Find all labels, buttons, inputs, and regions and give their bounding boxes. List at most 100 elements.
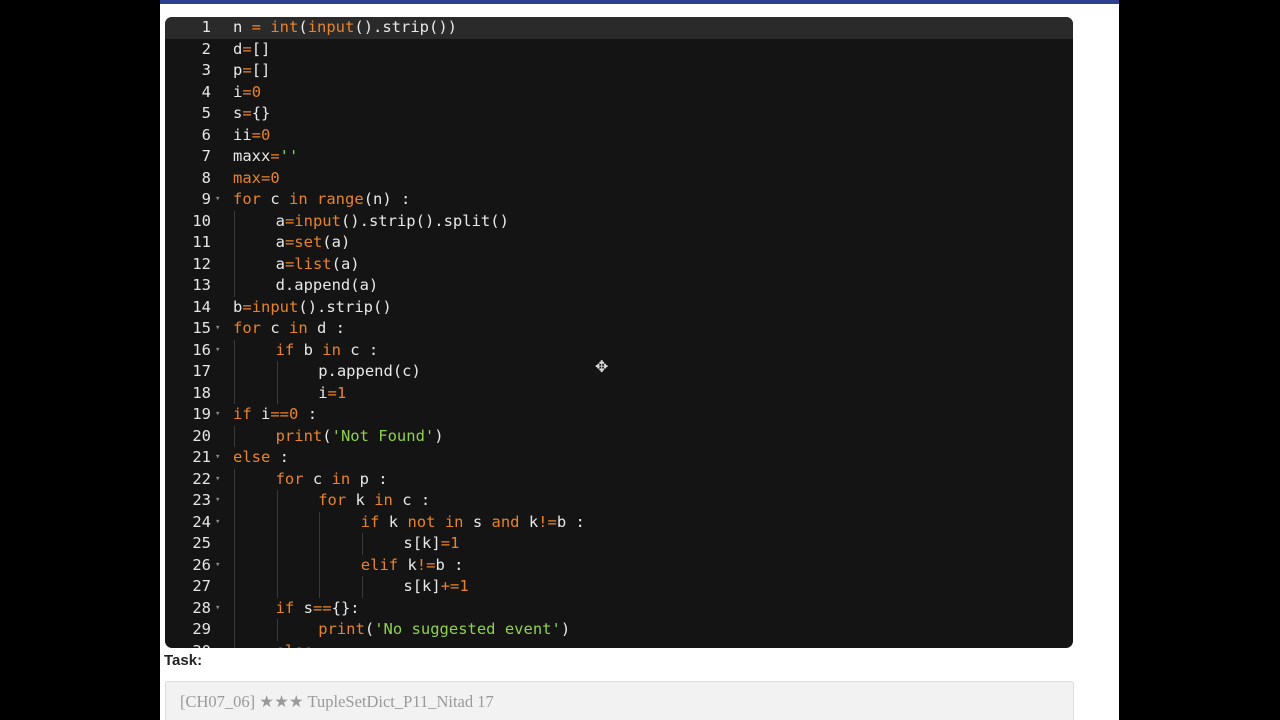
fold-toggle-icon[interactable]: ▾: [215, 404, 225, 426]
code-line[interactable]: 5 s={}: [165, 103, 1073, 125]
indent-guide: [276, 382, 278, 404]
code-token: 1: [459, 577, 469, 595]
indent-guide: [319, 554, 321, 576]
code-token: 1: [336, 383, 347, 402]
indent-guide: [319, 576, 321, 598]
code-token: =: [327, 383, 337, 402]
code-token: c: [303, 469, 332, 488]
indent-guide: [234, 640, 235, 648]
line-number: 29: [192, 620, 211, 638]
code-line[interactable]: 26 ▾ elif k!=b :: [165, 554, 1073, 577]
code-text: p=[]: [233, 60, 270, 82]
fold-toggle-icon[interactable]: ▾: [215, 447, 225, 469]
indent-guide: [276, 361, 278, 383]
code-line[interactable]: 11 a=set(a): [165, 232, 1073, 254]
code-text: ii=0: [233, 125, 270, 147]
line-number: 16: [192, 340, 211, 359]
code-line[interactable]: 24 ▾ if k not in s and k!=b :: [165, 511, 1073, 534]
code-line[interactable]: 18 i=1: [165, 382, 1073, 404]
fold-toggle-icon[interactable]: ▾: [215, 641, 225, 649]
code-token: set: [294, 233, 323, 251]
move-cursor-icon: ✥: [595, 357, 609, 376]
code-line[interactable]: 4 i=0: [165, 82, 1073, 104]
code-line[interactable]: 12 a=list(a): [165, 253, 1073, 275]
code-line[interactable]: 22 ▾ for c in p :: [165, 468, 1073, 491]
code-token: ): [434, 426, 444, 445]
code-line[interactable]: 10 a=input().strip().split(): [165, 210, 1073, 232]
indent-guide: [234, 468, 235, 490]
code-token: ==: [270, 405, 290, 423]
code-text: b=input().strip(): [233, 297, 392, 319]
code-line[interactable]: 27 s[k]+=1: [165, 576, 1073, 598]
code-text: for k in c :: [318, 490, 430, 512]
code-line[interactable]: 25 s[k]=1: [165, 533, 1073, 555]
code-line[interactable]: 2 d=[]: [165, 39, 1073, 61]
code-token: for: [318, 491, 347, 509]
fold-toggle-icon[interactable]: ▾: [215, 340, 225, 362]
code-line[interactable]: 3 p=[]: [165, 60, 1073, 82]
line-number: 2: [201, 39, 211, 58]
code-line[interactable]: 30 ▾ else :: [165, 640, 1073, 649]
code-token: =: [284, 233, 295, 251]
code-token: s: [294, 598, 313, 617]
code-token: input: [307, 18, 355, 36]
code-line[interactable]: 21 ▾ else :: [165, 447, 1073, 469]
code-token: :: [313, 642, 331, 649]
code-line[interactable]: 19 ▾ if i==0 :: [165, 404, 1073, 426]
code-token: 0: [251, 82, 262, 101]
indent-guide: [234, 382, 235, 404]
code-line[interactable]: 17 p.append(c): [165, 361, 1073, 383]
fold-toggle-icon[interactable]: ▾: [215, 469, 225, 491]
code-editor[interactable]: 1n = int(input().strip()) 2 d=[] 3 p=[] 4 i=0 5…: [165, 17, 1073, 648]
line-number: 22: [192, 469, 211, 488]
code-token: []: [251, 61, 271, 79]
line-number: 11: [192, 233, 211, 251]
fold-toggle-icon[interactable]: ▾: [215, 318, 225, 340]
fold-toggle-icon[interactable]: ▾: [215, 490, 225, 512]
code-token: ().strip()): [354, 18, 458, 36]
code-token: input: [251, 297, 299, 316]
fold-toggle-icon[interactable]: ▾: [215, 555, 225, 577]
code-token: max: [233, 168, 261, 187]
indent-guide: [234, 253, 235, 275]
code-line[interactable]: 14 b=input().strip(): [165, 297, 1073, 319]
code-text: d=[]: [233, 39, 270, 61]
indent-guide: [234, 490, 235, 512]
indent-guide: [361, 576, 363, 598]
fold-toggle-icon[interactable]: ▾: [215, 512, 225, 534]
code-line[interactable]: 23 ▾ for k in c :: [165, 490, 1073, 512]
code-token: maxx: [233, 147, 271, 165]
indent-guide: [234, 210, 235, 232]
code-line[interactable]: 9 ▾ for c in range(n) :: [165, 189, 1073, 211]
indent-guide: [276, 576, 278, 598]
line-number: 15: [192, 319, 211, 337]
fold-toggle-icon[interactable]: ▾: [215, 189, 225, 211]
code-line[interactable]: 16 ▾ if b in c :: [165, 339, 1073, 362]
code-line[interactable]: 1 n = int(input().strip()): [165, 17, 1073, 39]
code-line[interactable]: 7 maxx='': [165, 146, 1073, 168]
code-token: in: [444, 512, 464, 531]
code-line[interactable]: 28 ▾ if s=={}:: [165, 597, 1073, 620]
code-line[interactable]: 13 d.append(a): [165, 275, 1073, 297]
code-line[interactable]: 8 max=0: [165, 168, 1073, 190]
code-line[interactable]: 20 print('Not Found'): [165, 425, 1073, 447]
code-token: in: [289, 319, 308, 337]
line-number: 8: [201, 168, 211, 187]
indent-guide: [319, 533, 321, 555]
code-token: else: [276, 642, 313, 649]
code-token: 0: [261, 125, 271, 144]
code-token: elif: [360, 555, 399, 574]
line-number: 7: [201, 147, 211, 165]
fold-toggle-icon[interactable]: ▾: [215, 598, 225, 620]
code-token: if: [275, 340, 295, 359]
code-token: =: [270, 147, 280, 165]
code-token: (a): [331, 254, 360, 273]
code-line[interactable]: 6 ii=0: [165, 125, 1073, 147]
code-text: for c in d :: [233, 318, 345, 340]
task-box[interactable]: [CH07_06] ★★★ TupleSetDict_P11_Nitad 17: [165, 681, 1074, 720]
code-line[interactable]: 15 ▾ for c in d :: [165, 318, 1073, 340]
code-token: =: [251, 18, 271, 36]
code-text: s={}: [233, 103, 270, 125]
code-line[interactable]: 29 print('No suggested event'): [165, 619, 1073, 641]
code-token: +=: [440, 577, 460, 595]
